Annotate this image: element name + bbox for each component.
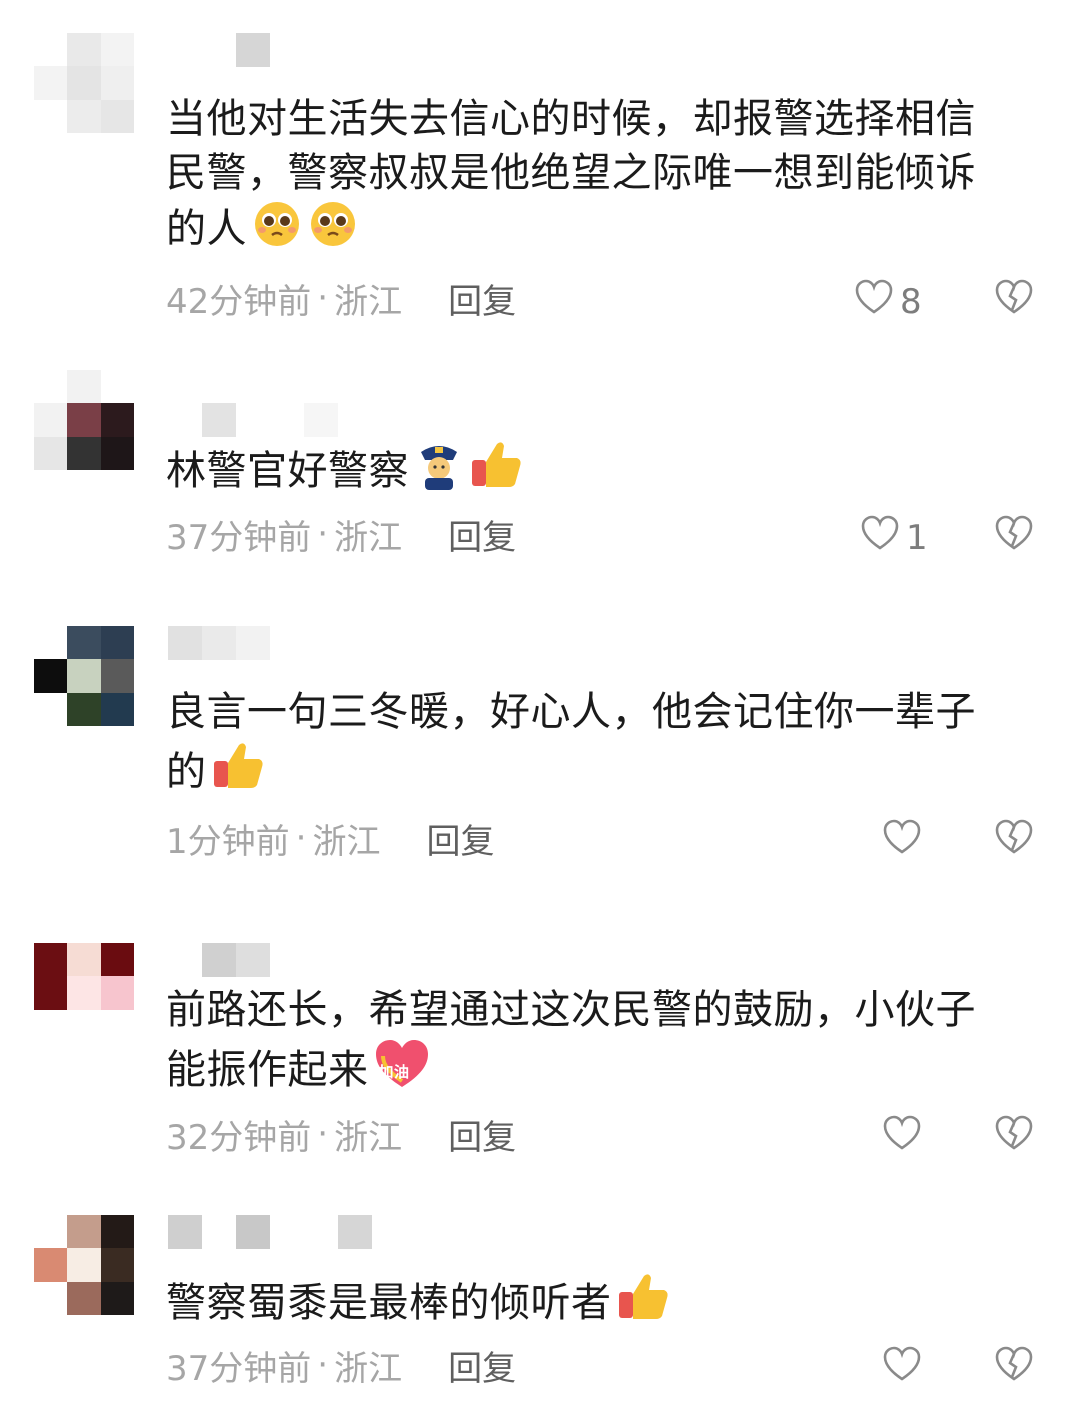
thumbs-up-emoji xyxy=(469,438,525,504)
police-officer-emoji xyxy=(413,438,465,504)
comment-time: 37分钟前 xyxy=(166,1348,312,1389)
separator: · xyxy=(317,1345,329,1385)
reply-button[interactable]: 回复 xyxy=(448,274,516,323)
avatar[interactable] xyxy=(34,370,134,470)
comment-meta: 32分钟前 · 浙江 回复 xyxy=(166,1114,516,1158)
broken-heart-icon xyxy=(994,515,1034,556)
comment-text: 当他对生活失去信心的时候，却报警选择相信民警，警察叔叔是他绝望之际唯一想到能倾诉… xyxy=(166,92,1006,262)
thumbs-up-emoji xyxy=(211,739,267,805)
comment-text: 前路还长，希望通过这次民警的鼓励，小伙子能振作起来 加油 xyxy=(166,983,1006,1103)
comment-time: 1分钟前 xyxy=(166,821,290,862)
comment-time: 32分钟前 xyxy=(166,1117,312,1158)
dislike-button[interactable] xyxy=(994,1345,1034,1387)
avatar[interactable] xyxy=(34,626,134,726)
reply-button[interactable]: 回复 xyxy=(426,814,494,863)
comment-text-content: 良言一句三冬暖，好心人，他会记住你一辈子的 xyxy=(166,689,976,795)
avatar[interactable] xyxy=(34,943,134,1043)
username-mosaic[interactable] xyxy=(168,403,338,437)
dislike-button[interactable] xyxy=(994,514,1034,556)
avatar[interactable] xyxy=(34,33,134,133)
comment-text: 林警官好警察 xyxy=(166,438,1006,504)
pleading-face-emoji xyxy=(251,200,303,262)
comment-text-content: 警察蜀黍是最棒的倾听者 xyxy=(166,1280,612,1326)
like-count: 8 xyxy=(900,281,922,322)
like-button[interactable] xyxy=(882,1345,922,1392)
broken-heart-icon xyxy=(994,1346,1034,1387)
username-mosaic[interactable] xyxy=(168,1215,372,1249)
like-button[interactable] xyxy=(882,1114,922,1161)
separator: · xyxy=(317,514,329,554)
heart-icon xyxy=(860,514,900,561)
thumbs-up-emoji xyxy=(616,1270,672,1336)
comment-meta: 1分钟前 · 浙江 回复 xyxy=(166,818,494,862)
avatar[interactable] xyxy=(34,1215,134,1315)
heart-icon xyxy=(882,818,922,865)
comment-meta: 37分钟前 · 浙江 回复 xyxy=(166,514,516,558)
username-mosaic[interactable] xyxy=(168,626,270,660)
heart-icon xyxy=(882,1345,922,1392)
heart-icon xyxy=(882,1114,922,1161)
like-button[interactable]: 8 xyxy=(854,278,922,325)
comment-meta: 42分钟前 · 浙江 回复 xyxy=(166,278,516,322)
comment-time: 37分钟前 xyxy=(166,517,312,558)
reply-button[interactable]: 回复 xyxy=(448,1110,516,1159)
broken-heart-icon xyxy=(994,279,1034,320)
reply-button[interactable]: 回复 xyxy=(448,510,516,559)
like-button[interactable] xyxy=(882,818,922,865)
broken-heart-icon xyxy=(994,1115,1034,1156)
comment-location: 浙江 xyxy=(334,281,403,322)
reply-button[interactable]: 回复 xyxy=(448,1341,516,1390)
like-count: 1 xyxy=(906,517,928,558)
comment-text: 良言一句三冬暖，好心人，他会记住你一辈子的 xyxy=(166,685,1006,805)
separator: · xyxy=(295,818,307,858)
dislike-button[interactable] xyxy=(994,1114,1034,1156)
comment-text: 警察蜀黍是最棒的倾听者 xyxy=(166,1270,1006,1336)
comment-text-content: 林警官好警察 xyxy=(166,448,409,494)
comment-location: 浙江 xyxy=(334,1348,403,1389)
heart-icon xyxy=(854,278,894,325)
comment-location: 浙江 xyxy=(334,1117,403,1158)
dislike-button[interactable] xyxy=(994,818,1034,860)
comment-time: 42分钟前 xyxy=(166,281,312,322)
comment-location: 浙江 xyxy=(312,821,381,862)
sticker-label: 加油 xyxy=(378,1063,410,1081)
username-mosaic[interactable] xyxy=(168,943,270,977)
pleading-face-emoji xyxy=(307,200,359,262)
separator: · xyxy=(317,1114,329,1154)
comment-location: 浙江 xyxy=(334,517,403,558)
dislike-button[interactable] xyxy=(994,278,1034,320)
username-mosaic[interactable] xyxy=(168,33,270,67)
like-button[interactable]: 1 xyxy=(860,514,928,561)
jiayou-heart-sticker: 加油 xyxy=(373,1037,431,1103)
broken-heart-icon xyxy=(994,819,1034,860)
comment-text-content: 前路还长，希望通过这次民警的鼓励，小伙子能振作起来 xyxy=(166,987,976,1093)
comment-meta: 37分钟前 · 浙江 回复 xyxy=(166,1345,516,1389)
separator: · xyxy=(317,278,329,318)
